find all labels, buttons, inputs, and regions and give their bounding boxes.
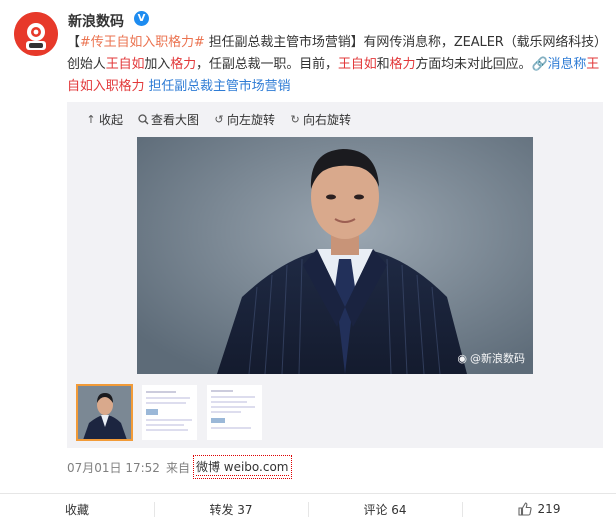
sina-logo-icon bbox=[14, 12, 58, 56]
thumbs-up-icon bbox=[517, 502, 532, 516]
rotate-right-icon: ↻ bbox=[290, 112, 300, 126]
media-toolbar: ↑ 收起 查看大图 ↺ 向左旋转 ↻ 向右旋转 bbox=[85, 110, 351, 128]
rotate-left-icon: ↺ bbox=[214, 112, 224, 126]
source-prefix: 来自 bbox=[165, 460, 190, 475]
article-link[interactable]: 🔗消息称 bbox=[531, 57, 586, 72]
main-photo[interactable]: ◉ @新浪数码 bbox=[137, 137, 533, 374]
thumbnail-portrait-image bbox=[77, 385, 132, 440]
thumbnail-strip bbox=[76, 384, 262, 441]
rotate-right-label: 向右旋转 bbox=[303, 112, 352, 127]
rotate-right-button[interactable]: ↻ 向右旋转 bbox=[289, 111, 351, 128]
post-source-link[interactable]: 微博 weibo.com bbox=[192, 455, 292, 479]
favorite-label: 收藏 bbox=[64, 502, 89, 517]
like-button[interactable]: 219 bbox=[462, 494, 616, 524]
photo-watermark: ◉ @新浪数码 bbox=[457, 350, 525, 366]
weibo-post: 新浪数码 V 【#传王自如入职格力# 担任副总裁主管市场营销】有网传消息称，ZE… bbox=[0, 0, 616, 524]
collapse-button[interactable]: ↑ 收起 bbox=[85, 111, 123, 128]
view-large-label: 查看大图 bbox=[151, 112, 200, 127]
topic-link[interactable]: #传王自如入职格力# bbox=[80, 35, 205, 50]
repost-button[interactable]: 转发 37 bbox=[154, 494, 308, 524]
post-text-segment: 加入 bbox=[144, 57, 171, 72]
verified-icon: V bbox=[134, 11, 149, 26]
article-link[interactable]: 担任副总裁主管市场营销 bbox=[144, 79, 290, 94]
comment-button[interactable]: 评论 64 bbox=[308, 494, 462, 524]
thumbnail-document-image bbox=[142, 385, 197, 440]
action-bar: 收藏 转发 37 评论 64 219 bbox=[0, 493, 616, 524]
collapse-label: 收起 bbox=[99, 112, 124, 127]
view-large-button[interactable]: 查看大图 bbox=[137, 111, 199, 128]
thumbnail-3[interactable] bbox=[207, 385, 262, 440]
comment-label: 评论 64 bbox=[363, 502, 407, 517]
weibo-logo-icon: ◉ bbox=[457, 351, 467, 365]
rotate-left-button[interactable]: ↺ 向左旋转 bbox=[213, 111, 275, 128]
post-text-segment: 方面均未对此回应。 bbox=[415, 57, 532, 72]
rotate-left-label: 向左旋转 bbox=[227, 112, 276, 127]
thumbnail-document-image bbox=[207, 385, 262, 440]
keyword-link[interactable]: 格力 bbox=[170, 57, 196, 72]
repost-label: 转发 37 bbox=[209, 502, 253, 517]
arrow-up-icon: ↑ bbox=[86, 112, 96, 126]
portrait-image bbox=[137, 137, 533, 374]
keyword-link[interactable]: 王自如 bbox=[106, 57, 145, 72]
post-text-segment: 【 bbox=[67, 35, 80, 50]
keyword-link[interactable]: 王自如 bbox=[338, 57, 377, 72]
post-time[interactable]: 07月01日 17:52 bbox=[67, 459, 160, 476]
post-text: 【#传王自如入职格力# 担任副总裁主管市场营销】有网传消息称，ZEALER（载乐… bbox=[67, 32, 603, 98]
post-meta: 07月01日 17:52 来自 微博 weibo.com bbox=[67, 455, 292, 479]
post-text-segment: 和 bbox=[376, 57, 390, 72]
like-count: 219 bbox=[537, 502, 561, 516]
watermark-text: @新浪数码 bbox=[470, 352, 525, 365]
thumbnail-2[interactable] bbox=[142, 385, 197, 440]
media-viewer: ↑ 收起 查看大图 ↺ 向左旋转 ↻ 向右旋转 ◉ @新浪数码 bbox=[67, 102, 603, 448]
thumbnail-1[interactable] bbox=[76, 384, 133, 441]
keyword-link[interactable]: 格力 bbox=[390, 57, 416, 72]
avatar[interactable] bbox=[14, 12, 58, 56]
favorite-button[interactable]: 收藏 bbox=[0, 494, 154, 524]
post-text-segment: ，任副总裁一职。目前， bbox=[196, 57, 338, 72]
account-name[interactable]: 新浪数码 bbox=[68, 11, 124, 31]
magnifier-icon bbox=[137, 113, 149, 125]
